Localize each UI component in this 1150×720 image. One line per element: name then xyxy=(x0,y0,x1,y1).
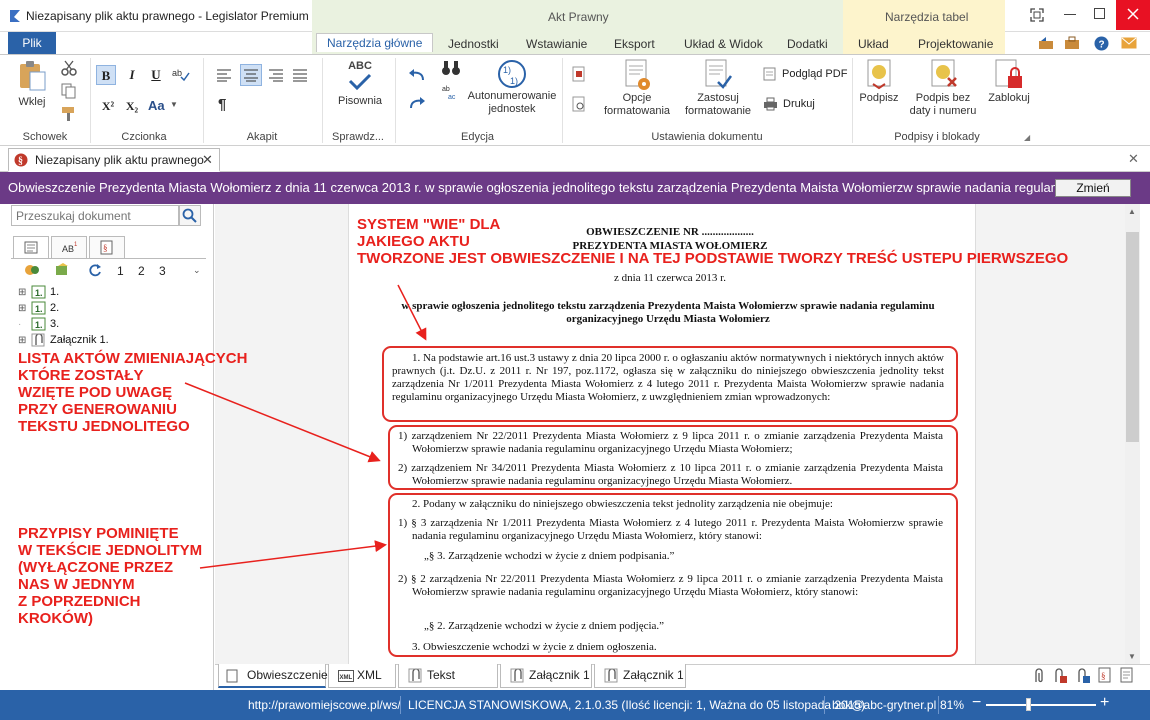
status-url[interactable]: http://prawomiejscowe.pl/ws/ xyxy=(248,690,401,720)
svg-text:§: § xyxy=(1101,671,1106,681)
document-icon xyxy=(226,669,238,683)
attach-blue-icon[interactable] xyxy=(1075,668,1091,684)
xml-icon: XML xyxy=(338,670,354,682)
svg-text:XML: XML xyxy=(340,675,353,681)
view-tab-label: Załącznik 1 xyxy=(623,668,684,682)
page-icon[interactable] xyxy=(1120,667,1134,683)
paperclip-icon[interactable] xyxy=(1032,668,1046,684)
attachment-icon xyxy=(510,668,524,683)
status-separator xyxy=(400,696,401,714)
attachment-icon xyxy=(408,668,422,683)
status-separator xyxy=(824,696,825,714)
status-email[interactable]: bok@abc-grytner.pl xyxy=(832,690,936,720)
zoom-level: 81% xyxy=(940,698,965,712)
annotation-arrows xyxy=(184,284,427,569)
view-tab-label: Obwieszczenie xyxy=(247,668,328,682)
zoom-slider-thumb[interactable] xyxy=(1026,698,1032,711)
zoom-slider-track[interactable] xyxy=(986,704,1096,706)
attach-red-icon[interactable] xyxy=(1052,668,1068,684)
attachment-icon xyxy=(604,668,618,683)
status-license: LICENCJA STANOWISKOWA, 2.1.0.35 (Ilość l… xyxy=(408,698,866,712)
page-paragraph-icon[interactable]: § xyxy=(1098,667,1112,683)
zoom-in-icon[interactable]: + xyxy=(1100,693,1109,713)
status-separator xyxy=(938,696,939,714)
view-tab-label: Załącznik 1 xyxy=(529,668,590,682)
zoom-out-icon[interactable]: − xyxy=(972,693,981,713)
view-tab-label: XML xyxy=(357,668,382,682)
